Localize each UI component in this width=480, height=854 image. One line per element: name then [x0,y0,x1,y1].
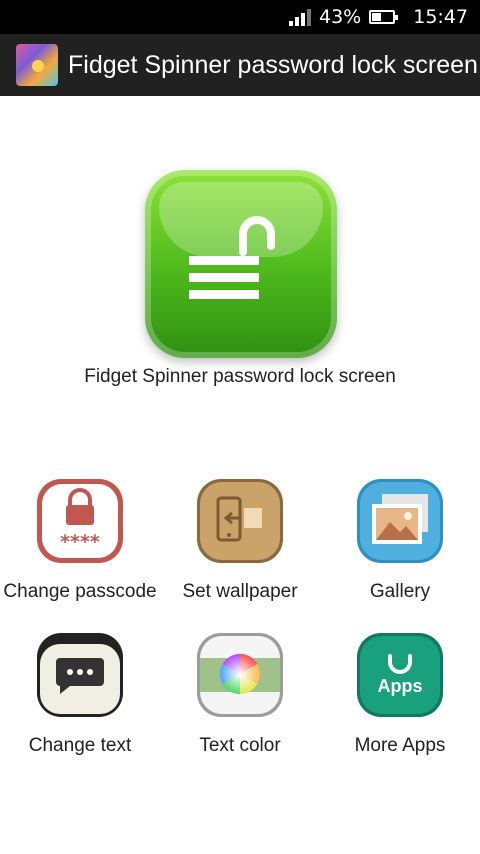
unlock-icon [189,216,275,299]
more-apps-button[interactable]: Apps More Apps [320,630,480,780]
battery-percent: 43% [319,6,362,28]
passcode-stars: **** [60,531,100,553]
status-bar: 43% 15:47 [0,0,480,34]
apps-text: Apps [378,676,423,696]
apps-bag-icon: Apps [357,633,443,717]
text-color-button[interactable]: Text color [160,630,320,780]
clock: 15:47 [413,6,468,28]
passcode-lock-icon: **** [37,479,123,563]
gallery-button[interactable]: Gallery [320,476,480,626]
change-passcode-label: Change passcode [3,581,157,602]
change-passcode-button[interactable]: **** Change passcode [0,476,160,626]
app-logo-icon [16,44,58,86]
change-text-label: Change text [28,735,132,756]
battery-icon [369,10,399,24]
set-wallpaper-icon [197,479,283,563]
app-title: Fidget Spinner password lock screen [68,50,478,79]
hero-caption: Fidget Spinner password lock screen [84,366,396,387]
set-wallpaper-button[interactable]: Set wallpaper [160,476,320,626]
more-apps-label: More Apps [354,735,446,756]
text-color-label: Text color [199,735,281,756]
signal-icon [289,8,311,26]
color-wheel-icon [197,633,283,717]
gallery-icon [357,479,443,563]
chat-bubble-icon [37,633,123,717]
unlock-button[interactable] [145,170,337,358]
change-text-button[interactable]: Change text [0,630,160,780]
set-wallpaper-label: Set wallpaper [182,581,298,602]
gallery-label: Gallery [369,581,431,602]
app-bar: Fidget Spinner password lock screen [0,34,480,96]
